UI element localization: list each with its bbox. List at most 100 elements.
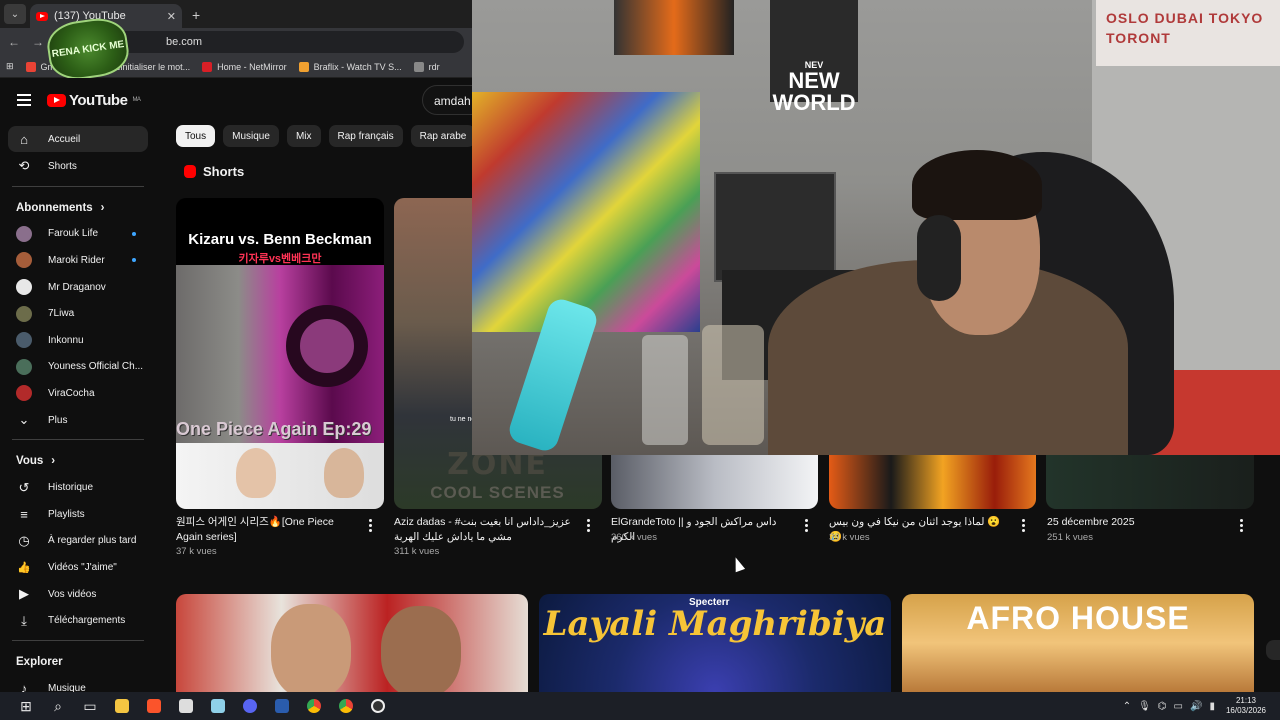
sidebar-item-label: Historique (48, 482, 94, 494)
calculator-icon[interactable] (170, 692, 202, 720)
chrome-icon[interactable] (298, 692, 330, 720)
channel-name: Inkonnu (48, 334, 84, 346)
youtube-logo[interactable]: YouTube MA (47, 92, 141, 109)
thumbnail-subtitle: 키자루vs벤베크만 (238, 253, 322, 265)
sidebar-item-accueil[interactable]: ⌂ Accueil (8, 126, 148, 152)
chip-tous[interactable]: Tous (176, 125, 216, 147)
obs-icon[interactable] (362, 692, 394, 720)
graffiti-graphic (472, 92, 700, 332)
forward-arrow-icon[interactable]: → (32, 35, 44, 49)
notepad-icon[interactable] (202, 692, 234, 720)
apps-grid-icon[interactable]: ⊞ (6, 61, 14, 72)
sidebar-item-channel[interactable]: Farouk Life (8, 221, 148, 248)
video-thumbnail[interactable]: Specterr Layali Maghribiya (539, 594, 891, 692)
sidebar-item-label: Téléchargements (48, 615, 126, 627)
avatar (16, 385, 32, 402)
chip-rap-francais[interactable]: Rap français (328, 125, 403, 147)
more-options-icon[interactable] (805, 519, 809, 532)
short-views: 311 k vues (394, 546, 440, 557)
battery-icon[interactable]: ▮ (1209, 701, 1215, 712)
sidebar-item-shorts[interactable]: ⟲ Shorts (8, 153, 148, 180)
bookmark-braflix[interactable]: Braflix - Watch TV S... (298, 61, 402, 72)
back-arrow-icon[interactable]: ← (8, 35, 20, 49)
menu-hamburger-icon[interactable] (17, 94, 31, 106)
discord-icon[interactable] (234, 692, 266, 720)
display-icon[interactable]: ▭ (1174, 701, 1183, 712)
short-thumbnail[interactable]: Kizaru vs. Benn Beckman 키자루vs벤베크만 One Pi… (176, 198, 384, 509)
sidebar-item-channel[interactable]: Maroki Rider (8, 247, 148, 274)
sidebar-item-downloads[interactable]: ⤓ Téléchargements (8, 607, 148, 634)
your-videos-icon: ▶ (19, 586, 29, 602)
chip-mix[interactable]: Mix (286, 125, 321, 147)
microphone-icon[interactable]: 🎙 (1138, 701, 1151, 712)
short-thumbnail[interactable] (829, 455, 1036, 509)
system-clock[interactable]: 21:13 16/03/2026 (1226, 696, 1266, 716)
volume-icon[interactable]: 🔊 (1190, 701, 1202, 712)
chevron-down-icon: ⌄ (18, 412, 30, 428)
more-options-icon[interactable] (1240, 519, 1244, 532)
short-thumbnail[interactable] (1046, 455, 1254, 509)
poster-graphic (614, 0, 734, 55)
youtube-play-logo-icon (47, 93, 66, 107)
sidebar-item-channel[interactable]: Mr Draganov (8, 274, 148, 301)
sidebar-item-historique[interactable]: ↺ Historique (8, 474, 148, 501)
new-tab-button[interactable]: + (192, 7, 200, 23)
sidebar-item-more[interactable]: ⌄ Plus (8, 407, 148, 434)
short-title[interactable]: 25 décembre 2025 (1047, 515, 1227, 530)
sidebar-item-channel[interactable]: 7Liwa (8, 300, 148, 327)
more-options-icon[interactable] (369, 519, 373, 532)
channel-name: 7Liwa (48, 308, 75, 320)
avatar (16, 358, 32, 375)
file-explorer-icon[interactable] (106, 692, 138, 720)
network-icon[interactable]: ⌬ (1158, 701, 1167, 712)
sidebar-item-your-videos[interactable]: ▶ Vos vidéos (8, 581, 148, 608)
bookmark-label: Home - NetMirror (217, 61, 287, 72)
avatar (16, 225, 32, 242)
face-graphic (324, 448, 364, 498)
tab-close-icon[interactable]: ✕ (167, 10, 176, 23)
bookmark-netmirror[interactable]: Home - NetMirror (202, 61, 287, 72)
person-hair-graphic (912, 150, 1042, 220)
windows-taskbar: ⊞ ⌕ ▭ ⌃ 🎙 ⌬ ▭ 🔊 ▮ 21:13 16/03/2026 (0, 692, 1280, 720)
channel-name: Maroki Rider (48, 254, 105, 266)
scroll-right-button[interactable] (1266, 640, 1280, 660)
video-thumbnail[interactable] (176, 594, 528, 692)
globe-icon (413, 61, 424, 72)
chrome-icon[interactable] (330, 692, 362, 720)
more-options-icon[interactable] (587, 519, 591, 532)
more-options-icon[interactable] (1022, 519, 1026, 532)
bookmark-rdr[interactable]: rdr (413, 61, 440, 72)
channel-name: ViraCocha (48, 387, 95, 399)
sidebar-item-label: Vos vidéos (48, 588, 97, 600)
chip-musique[interactable]: Musique (223, 125, 279, 147)
tab-search-dropdown-icon[interactable]: ⌄ (4, 4, 26, 24)
sidebar-item-channel[interactable]: Inkonnu (8, 327, 148, 354)
thumbnail-title-banner: Kizaru vs. Benn Beckman 키자루vs벤베크만 (176, 198, 384, 265)
sidebar-item-liked-videos[interactable]: 👍 Vidéos "J'aime" (8, 554, 148, 581)
short-thumbnail[interactable] (611, 455, 818, 509)
sidebar-item-watch-later[interactable]: ◷ À regarder plus tard (8, 528, 148, 555)
section-title: Abonnements (16, 201, 93, 214)
clock-date: 16/03/2026 (1225, 706, 1266, 715)
avatar (16, 332, 32, 349)
task-view-icon[interactable]: ▭ (74, 692, 106, 720)
bookmark-label: rdr (428, 61, 440, 72)
windows-start-icon[interactable]: ⊞ (10, 692, 42, 720)
video-thumbnail[interactable]: AFRO HOUSE (902, 594, 1254, 692)
sidebar-item-playlists[interactable]: ≡ Playlists (8, 501, 148, 528)
brave-browser-icon[interactable] (138, 692, 170, 720)
system-tray: ⌃ 🎙 ⌬ ▭ 🔊 ▮ 21:13 16/03/2026 (1123, 692, 1266, 720)
short-title[interactable]: Aziz dadas - #عزيز_داداس انا بغيت بنت مش… (394, 515, 574, 545)
new-content-dot (132, 258, 136, 263)
sidebar-item-channel[interactable]: ViraCocha (8, 380, 148, 407)
chip-rap-arabe[interactable]: Rap arabe (410, 125, 472, 147)
sidebar-item-channel[interactable]: Youness Official Ch... (8, 354, 148, 381)
jar-graphic (642, 335, 688, 445)
chevron-up-icon[interactable]: ⌃ (1123, 701, 1131, 712)
search-icon[interactable]: ⌕ (42, 692, 74, 720)
short-title[interactable]: 원피스 어게인 시리즈🔥[One Piece Again series] (176, 515, 356, 545)
section-header-abonnements[interactable]: Abonnements › (0, 195, 156, 221)
section-header-vous[interactable]: Vous › (0, 448, 156, 474)
app-icon[interactable] (266, 692, 298, 720)
thumbnail-caption: One Piece Again Ep:29 (176, 419, 372, 439)
